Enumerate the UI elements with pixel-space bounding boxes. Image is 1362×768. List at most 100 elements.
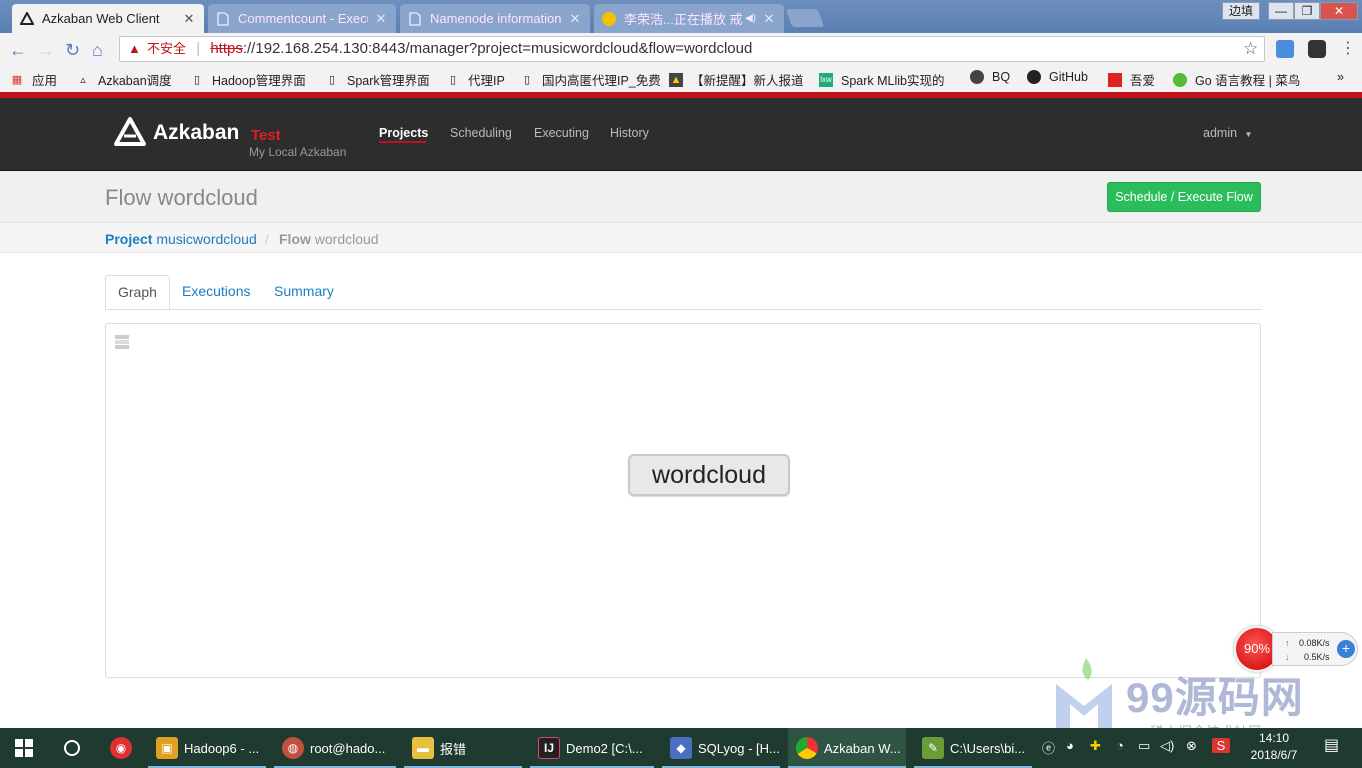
bookmark-apps[interactable]: ▦ 应用 — [10, 70, 57, 89]
download-arrow-icon: ↓ — [1285, 652, 1290, 662]
tray-qq-icon[interactable]: ◕ — [1066, 738, 1074, 753]
caret-down-icon: ▼ — [1244, 130, 1253, 139]
page-icon: ▯ — [193, 73, 201, 86]
extension-icon[interactable] — [1308, 40, 1326, 58]
new-tab-button[interactable] — [785, 9, 825, 27]
tab-summary[interactable]: Summary — [262, 275, 346, 310]
bookmark-proxy[interactable]: ▯ 代理IP — [446, 70, 505, 89]
address-bar[interactable]: ▲ 不安全 | https://192.168.254.130:8443/man… — [119, 36, 1265, 62]
url-scheme: https — [210, 40, 243, 57]
runoob-icon — [1173, 72, 1187, 87]
close-tab-icon[interactable]: ✕ — [374, 11, 388, 27]
nav-projects[interactable]: Projects — [379, 126, 428, 140]
browser-tab-namenode[interactable]: Namenode information ✕ — [400, 4, 590, 33]
search-button[interactable] — [48, 728, 96, 768]
back-icon[interactable]: ← — [9, 40, 27, 61]
taskbar-app-terminal[interactable]: ◍ root@hado... — [274, 728, 396, 768]
warning-icon: ▲ — [128, 41, 141, 56]
bookmark-azkaban[interactable]: ▵ Azkaban调度 — [76, 70, 171, 89]
vmware-icon: ▣ — [156, 737, 178, 759]
close-tab-icon[interactable]: ✕ — [182, 11, 196, 27]
breadcrumb-flow-name: wordcloud — [314, 231, 379, 247]
tab-title: Azkaban Web Client — [42, 11, 160, 26]
graph-panel[interactable] — [105, 323, 1261, 678]
tray-sogou-icon[interactable]: S — [1212, 738, 1230, 753]
watermark-logo-icon — [1056, 658, 1112, 734]
tab-title: Namenode information — [430, 11, 562, 26]
close-tab-icon[interactable]: ✕ — [568, 11, 582, 27]
more-bookmarks-icon[interactable]: » — [1337, 70, 1344, 84]
bookmark-bq[interactable]: BQ — [970, 70, 1010, 84]
notepad-icon: ✎ — [922, 737, 944, 759]
page-title: Flow wordcloud — [105, 185, 258, 210]
bookmark-go-tutorial[interactable]: Go 语言教程 | 菜鸟 — [1173, 70, 1300, 89]
breadcrumb-separator: / — [265, 231, 269, 247]
notification-center-icon[interactable]: ▤ — [1324, 735, 1339, 755]
schedule-execute-flow-button[interactable]: Schedule / Execute Flow — [1107, 182, 1261, 212]
github-icon — [1027, 70, 1041, 84]
taskbar-app-chrome[interactable]: Azkaban W... — [788, 728, 906, 768]
intellij-icon: IJ — [538, 737, 560, 759]
bookmark-proxy-free[interactable]: ▯ 国内高匿代理IP_免费 — [520, 70, 661, 89]
tab-executions[interactable]: Executions — [170, 275, 262, 310]
azkaban-icon: ▵ — [80, 73, 86, 86]
restore-button[interactable]: ❐ — [1294, 2, 1320, 20]
bookmarks-bar: ▦ 应用 ▵ Azkaban调度 ▯ Hadoop管理界面 ▯ Spark管理界面 ▯ 代… — [0, 65, 1362, 92]
taskbar-app-folder[interactable]: ▬ 报错 — [404, 728, 522, 768]
folder-icon: ▬ — [412, 737, 434, 759]
bookmark-spark[interactable]: ▯ Spark管理界面 — [325, 70, 430, 89]
tray-volume-icon[interactable]: ◁) — [1160, 738, 1174, 754]
breadcrumb-project-name: musicwordcloud — [156, 231, 257, 247]
azkaban-logo-icon — [114, 117, 146, 146]
tray-security-icon[interactable]: ✚ — [1090, 738, 1101, 754]
browser-tab-azkaban[interactable]: Azkaban Web Client ✕ — [12, 4, 204, 33]
translate-extension-icon[interactable] — [1276, 40, 1294, 58]
windows-logo-icon — [15, 739, 33, 757]
user-menu[interactable]: admin ▼ — [1203, 126, 1252, 140]
flow-node-wordcloud[interactable]: wordcloud — [628, 454, 790, 496]
tray-ie-icon[interactable]: ⓔ — [1042, 738, 1055, 757]
download-speed: 0.5K/s — [1304, 652, 1330, 662]
nav-active-indicator — [379, 141, 426, 143]
bookmark-52pojie[interactable]: 吾爱 — [1108, 70, 1155, 89]
taskbar-app-hadoop6[interactable]: ▣ Hadoop6 - ... — [148, 728, 266, 768]
tray-wifi-icon[interactable]: ◔ — [1116, 738, 1124, 753]
close-tab-icon[interactable]: ✕ — [762, 11, 776, 27]
tab-graph[interactable]: Graph — [105, 275, 170, 310]
shell-icon: ◍ — [282, 737, 304, 759]
home-icon[interactable]: ⌂ — [92, 40, 103, 61]
minimize-button[interactable]: — — [1268, 2, 1294, 20]
browser-tab-commentcount[interactable]: Commentcount - Execu ✕ — [208, 4, 396, 33]
forward-icon[interactable]: → — [37, 40, 55, 61]
page-icon: ▯ — [523, 73, 531, 86]
taskbar-app-intellij[interactable]: IJ Demo2 [C:\... — [530, 728, 654, 768]
browser-tab-music[interactable]: 李荣浩...正在播放 戒 ◀) ✕ — [594, 4, 784, 33]
start-button[interactable] — [0, 728, 48, 768]
pojie-icon — [1108, 72, 1122, 87]
page-icon — [216, 11, 230, 26]
graph-options-icon[interactable] — [115, 335, 129, 349]
menu-icon[interactable]: ⋮ — [1340, 38, 1356, 58]
watermark-text: 99源码网 — [1126, 674, 1304, 721]
nav-executing[interactable]: Executing — [534, 126, 589, 140]
taskbar-netease-music[interactable]: ◉ — [96, 728, 146, 768]
tray-close-icon[interactable]: ⊗ — [1186, 738, 1197, 754]
system-clock[interactable]: 14:10 2018/6/7 — [1244, 730, 1304, 764]
speaker-icon: ◀) — [744, 13, 756, 24]
breadcrumb-project-link[interactable]: Project musicwordcloud — [105, 231, 257, 247]
bookmark-github[interactable]: GitHub — [1027, 70, 1088, 84]
taskbar-app-notepad[interactable]: ✎ C:\Users\bi... — [914, 728, 1032, 768]
netease-music-icon: ◉ — [110, 737, 132, 759]
bookmark-star-icon[interactable]: ☆ — [1243, 39, 1258, 59]
taskbar-app-sqlyog[interactable]: ◆ SQLyog - [H... — [662, 728, 780, 768]
reload-icon[interactable]: ↻ — [65, 40, 80, 61]
close-window-button[interactable]: ✕ — [1320, 2, 1358, 20]
nav-history[interactable]: History — [610, 126, 649, 140]
bookmark-spark-mllib[interactable]: lxw Spark MLlib实现的 — [819, 70, 945, 89]
plus-icon[interactable]: + — [1337, 640, 1355, 658]
bookmark-hadoop[interactable]: ▯ Hadoop管理界面 — [190, 70, 306, 89]
bookmark-newbie[interactable]: ▲ 【新提醒】新人报道 — [669, 70, 804, 89]
tray-battery-icon[interactable]: ▭ — [1138, 738, 1150, 754]
brand-name[interactable]: Azkaban — [153, 121, 239, 145]
nav-scheduling[interactable]: Scheduling — [450, 126, 512, 140]
